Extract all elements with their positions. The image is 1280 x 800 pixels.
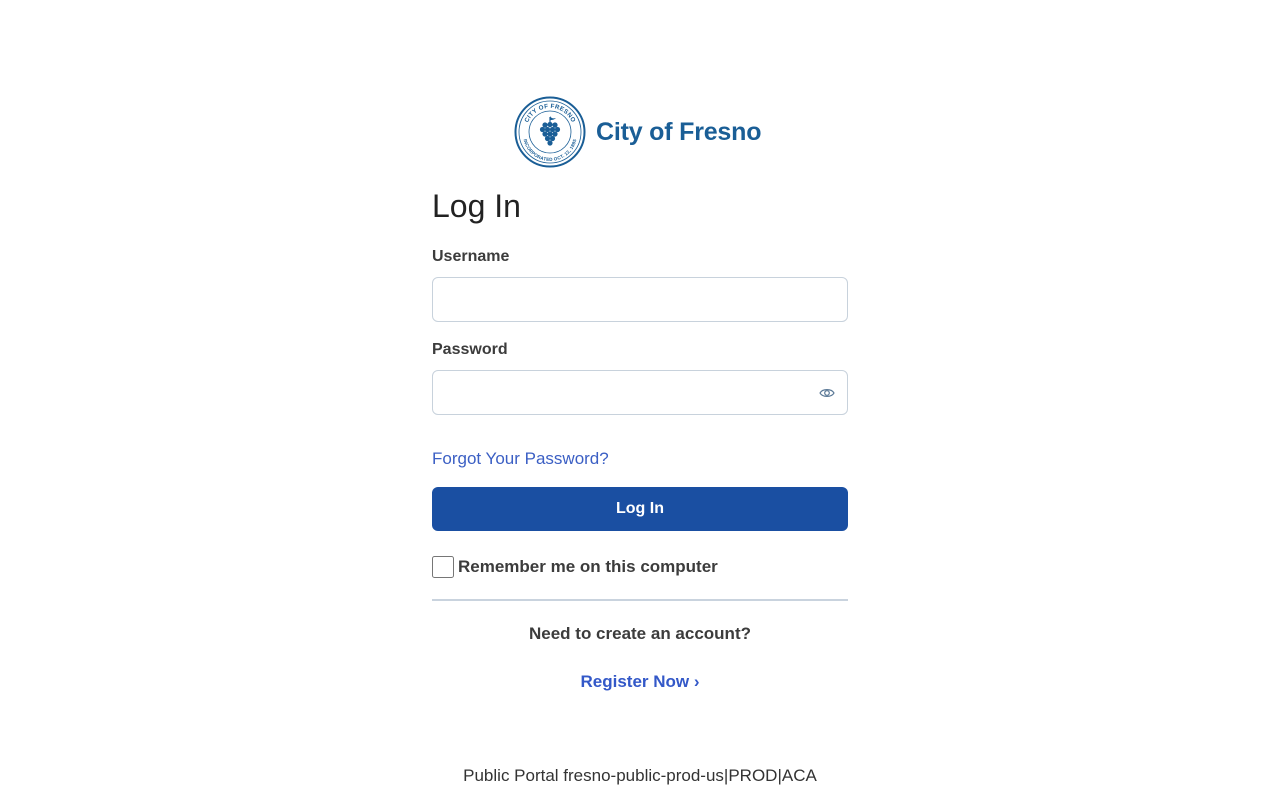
login-form: Log In Username Password Forgot Your Pas… xyxy=(432,184,848,693)
register-now-link[interactable]: Register Now › xyxy=(580,672,699,691)
username-field-wrapper xyxy=(432,277,848,322)
login-page: CITY OF FRESNO INCORPORATED OCT. 12, 188… xyxy=(0,0,1280,800)
eye-icon[interactable] xyxy=(819,386,835,400)
login-button[interactable]: Log In xyxy=(432,487,848,531)
username-label: Username xyxy=(432,248,510,265)
username-input[interactable] xyxy=(432,277,848,322)
remember-me-checkbox[interactable] xyxy=(432,556,454,578)
city-seal-icon: CITY OF FRESNO INCORPORATED OCT. 12, 188… xyxy=(514,96,586,168)
city-name: City of Fresno xyxy=(596,117,762,146)
password-field-wrapper xyxy=(432,370,848,415)
need-account-text: Need to create an account? xyxy=(528,624,751,643)
divider xyxy=(432,599,848,601)
page-title: Log In xyxy=(432,188,521,224)
password-label: Password xyxy=(432,341,508,358)
remember-me-row: Remember me on this computer xyxy=(432,556,848,578)
password-input[interactable] xyxy=(432,370,848,415)
register-row: Register Now › xyxy=(432,671,848,693)
remember-me-label[interactable]: Remember me on this computer xyxy=(458,557,718,577)
footer-text: Public Portal fresno-public-prod-us|PROD… xyxy=(463,766,817,785)
forgot-password-link[interactable]: Forgot Your Password? xyxy=(432,448,609,470)
city-logo[interactable]: CITY OF FRESNO INCORPORATED OCT. 12, 188… xyxy=(514,96,761,168)
